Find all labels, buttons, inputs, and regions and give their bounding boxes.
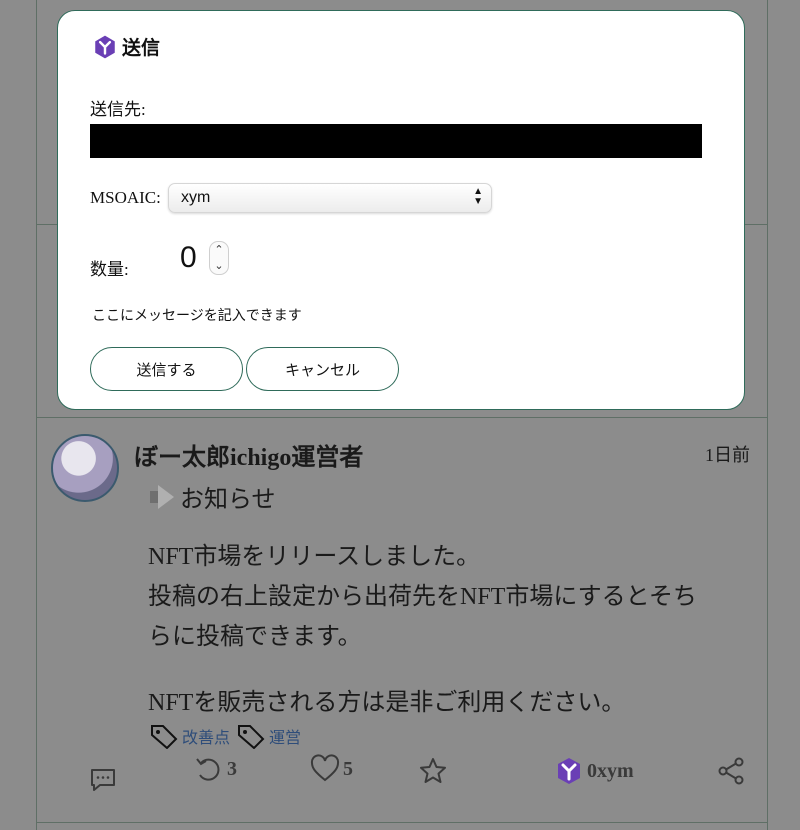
like-count: 5 <box>343 757 353 780</box>
repost-icon <box>196 758 220 781</box>
tag-label[interactable]: 改善点 <box>182 724 230 748</box>
comment-icon <box>91 769 115 791</box>
mosaic-select[interactable]: xym ▲ ▼ <box>168 183 492 213</box>
mosaic-label: MSOAIC: <box>90 188 161 207</box>
symbol-logo-icon <box>558 758 580 784</box>
tag-icon <box>151 725 178 749</box>
tag-item[interactable]: 改善点 <box>149 723 230 749</box>
recipient-address-field[interactable] <box>90 124 702 158</box>
post-body: NFT市場をリリースしました。 投稿の右上設定から出荷先をNFT市場にするとそち… <box>148 537 748 723</box>
repost-button[interactable]: 3 <box>193 753 237 785</box>
reply-button[interactable] <box>87 763 119 795</box>
quantity-label: 数量: <box>90 260 129 279</box>
dialog-title-text: 送信 <box>122 38 161 59</box>
mosaic-selected-value: xym <box>181 189 211 206</box>
tag-icon <box>238 725 265 749</box>
post-notice-heading: お知らせ <box>148 479 276 514</box>
like-button[interactable]: 5 <box>309 753 353 785</box>
post-line: NFT市場をリリースしました。 <box>148 544 481 570</box>
chevron-down-icon[interactable]: ⌄ <box>210 258 228 274</box>
avatar[interactable] <box>51 434 119 502</box>
tip-button[interactable]: 0xym <box>553 755 634 787</box>
share-button[interactable] <box>715 755 747 787</box>
recipient-label: 送信先: <box>90 100 146 119</box>
send-button[interactable]: 送信する <box>90 347 243 391</box>
notice-label: お知らせ <box>180 487 276 513</box>
favorite-button[interactable] <box>417 755 449 787</box>
tag-list: 改善点 運営 <box>149 723 301 749</box>
divider <box>36 822 767 823</box>
select-arrows-icon: ▲ ▼ <box>473 186 483 207</box>
message-field[interactable]: ここにメッセージを記入できます <box>92 305 302 325</box>
post-timestamp: 1日前 <box>705 445 750 465</box>
quantity-field[interactable]: 0 ⌃ ⌄ <box>176 241 232 275</box>
dialog-title: 送信 <box>92 33 160 60</box>
chevron-up-icon[interactable]: ⌃ <box>210 242 228 258</box>
send-dialog: 送信 送信先: MSOAIC: xym ▲ ▼ 数量: 0 ⌃ ⌄ ここにメッセー… <box>57 10 745 410</box>
post-line: NFTを販売される方は是非ご利用ください。 <box>148 690 626 716</box>
post-actions: 3 5 0xym <box>87 754 744 803</box>
star-icon <box>420 758 446 783</box>
quantity-value[interactable]: 0 <box>180 241 197 275</box>
share-icon <box>718 757 744 785</box>
tip-amount: 0xym <box>587 759 634 782</box>
symbol-logo-icon <box>95 35 115 58</box>
post-author[interactable]: ぼー太郎ichigo運営者 <box>134 437 363 472</box>
tag-label[interactable]: 運営 <box>269 724 301 748</box>
repost-count: 3 <box>227 757 237 780</box>
cancel-button[interactable]: キャンセル <box>246 347 399 391</box>
post-line: らに投稿できます。 <box>148 624 362 650</box>
post-line: 投稿の右上設定から出荷先をNFT市場にするとそち <box>148 584 697 610</box>
post-card[interactable]: ぼー太郎ichigo運営者 1日前 お知らせ NFT市場をリリースしました。 投… <box>37 417 766 822</box>
tag-item[interactable]: 運営 <box>236 723 301 749</box>
heart-icon <box>310 754 340 782</box>
quantity-stepper[interactable]: ⌃ ⌄ <box>209 241 229 275</box>
megaphone-icon <box>148 485 176 509</box>
